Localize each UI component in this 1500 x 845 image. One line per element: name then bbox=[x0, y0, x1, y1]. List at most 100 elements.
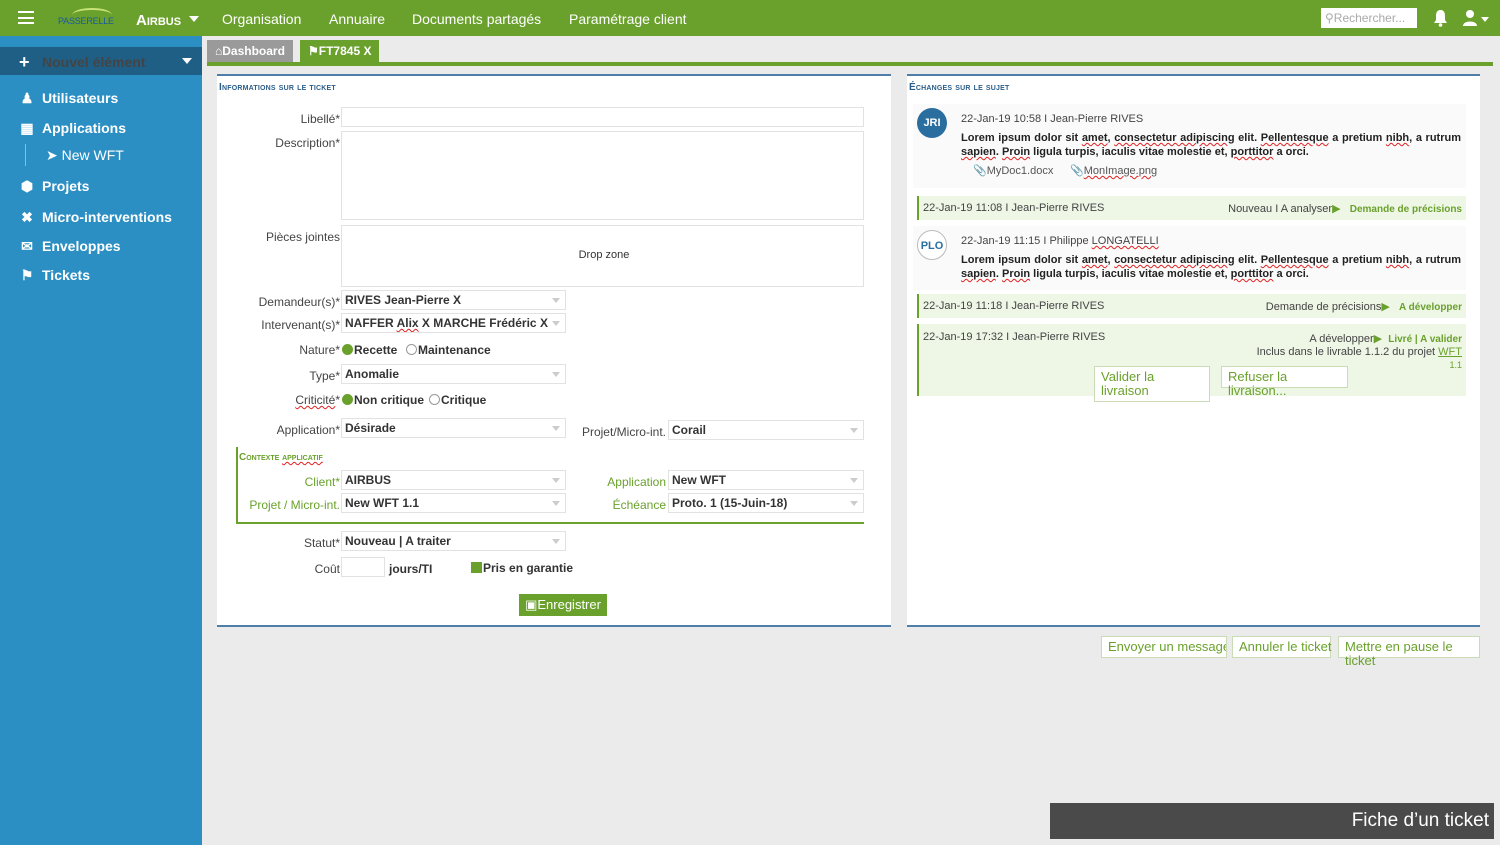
tools-icon: ✖ bbox=[21, 209, 33, 225]
client-label: Client* bbox=[304, 475, 340, 489]
checkbox-label: Pris en garantie bbox=[483, 561, 574, 575]
log-transition: Demande de précisions▶ A développer bbox=[1266, 300, 1462, 313]
sidebar-item-enveloppes[interactable]: ✉ Enveloppes bbox=[18, 238, 120, 258]
arrow-right-icon: ▶ bbox=[1332, 203, 1341, 215]
projet-value: Corail bbox=[672, 423, 707, 437]
criticite-radio-non-critique[interactable]: Non critique bbox=[342, 393, 424, 407]
nav-parametrage-client[interactable]: Paramétrage client bbox=[569, 11, 687, 27]
refuse-delivery-button[interactable]: Refuser la livraison... bbox=[1221, 366, 1348, 398]
nav-annuaire[interactable]: Annuaire bbox=[329, 11, 385, 27]
client-value: AIRBUS bbox=[345, 473, 392, 487]
message-body: Lorem ipsum dolor sit amet, consectetur … bbox=[961, 132, 1461, 158]
echeance-select[interactable]: Proto. 1 (15-Juin-18) bbox=[668, 493, 864, 513]
tag-icon: ⚑ bbox=[20, 267, 34, 283]
intervenant-label: Intervenant(s)* bbox=[261, 318, 340, 332]
demandeur-value: RIVES Jean-Pierre X bbox=[345, 293, 462, 307]
client-selector[interactable]: Airbus bbox=[136, 12, 181, 29]
message-meta: 22-Jan-19 10:58 I Jean-Pierre RIVES bbox=[961, 113, 1144, 125]
application-select[interactable]: Désirade bbox=[341, 418, 566, 438]
tab-dashboard[interactable]: ⌂Dashboard bbox=[207, 40, 293, 62]
sidebar-item-tickets[interactable]: ⚑ Tickets bbox=[18, 267, 90, 287]
intervenant-value: Alix bbox=[396, 316, 419, 330]
status-change-row: 22-Jan-19 11:18 I Jean-Pierre RIVES Dema… bbox=[917, 294, 1466, 318]
pieces-jointes-label: Pièces jointes bbox=[265, 230, 340, 244]
log-meta: 22-Jan-19 17:32 I Jean-Pierre RIVES bbox=[923, 331, 1106, 343]
criticite-radio-critique[interactable]: Critique bbox=[429, 393, 486, 407]
log-meta: 22-Jan-19 11:08 I Jean-Pierre RIVES bbox=[923, 202, 1105, 214]
chevron-down-icon[interactable] bbox=[189, 16, 199, 22]
nature-radio-recette[interactable]: Recette bbox=[342, 343, 397, 357]
intervenant-select[interactable]: NAFFER Alix X MARCHE Frédéric X bbox=[341, 313, 566, 333]
avatar: JRI bbox=[917, 108, 947, 138]
attachment-name: MonImage.png bbox=[1083, 165, 1158, 177]
type-select[interactable]: Anomalie bbox=[341, 364, 566, 384]
sidebar-item-label: Tickets bbox=[42, 267, 90, 283]
cout-input[interactable] bbox=[341, 557, 385, 577]
save-button[interactable]: ▣Enregistrer bbox=[519, 594, 607, 616]
exchanges-panel: Échanges sur le sujet JRI 22-Jan-19 10:5… bbox=[907, 74, 1480, 627]
tab-underline bbox=[207, 62, 1493, 66]
drop-zone[interactable]: Drop zone bbox=[341, 225, 864, 287]
user-menu-icon[interactable] bbox=[1462, 9, 1490, 27]
projet-micro-int-label: Projet/Micro-int. bbox=[581, 425, 666, 439]
cout-unit: jours/TI bbox=[389, 562, 433, 576]
log-transition: Nouveau I A analyser▶ Demande de précisi… bbox=[1228, 202, 1462, 215]
demandeur-select[interactable]: RIVES Jean-Pierre X bbox=[341, 290, 566, 310]
ctx-application-label: Application bbox=[607, 475, 666, 489]
garantie-checkbox[interactable]: Pris en garantie bbox=[471, 561, 573, 575]
pause-ticket-button[interactable]: Mettre en pause le ticket bbox=[1338, 636, 1480, 668]
nav-organisation[interactable]: Organisation bbox=[222, 11, 301, 27]
search-icon: ⚲ bbox=[1325, 11, 1334, 25]
tree-line bbox=[25, 144, 26, 166]
statut-select[interactable]: Nouveau | A traiter bbox=[341, 531, 566, 551]
bell-icon[interactable] bbox=[1433, 9, 1448, 27]
projet-micro-int-select[interactable]: Corail bbox=[668, 420, 864, 440]
send-message-button[interactable]: Envoyer un message bbox=[1101, 636, 1227, 658]
sidebar-subitem-label: New WFT bbox=[61, 147, 124, 163]
sidebar-item-label: Projets bbox=[42, 178, 90, 194]
user-icon: ♟ bbox=[20, 90, 34, 106]
ctx-projet-label: Projet / Micro-int. bbox=[249, 498, 340, 512]
sidebar-item-label: Applications bbox=[42, 120, 127, 136]
hamburger-menu-icon[interactable] bbox=[18, 11, 34, 24]
type-value: Anomalie bbox=[345, 367, 400, 381]
new-element-label: Nouvel élément bbox=[42, 54, 146, 70]
ctx-projet-select[interactable]: New WFT 1.1 bbox=[341, 493, 566, 513]
statut-value: Nouveau | A traiter bbox=[345, 534, 451, 548]
cancel-ticket-button[interactable]: Annuler le ticket bbox=[1232, 636, 1332, 658]
livrable-info: Inclus dans le livrable 1.1.2 du projet … bbox=[1256, 346, 1462, 370]
radio-label: Critique bbox=[441, 393, 487, 407]
validate-delivery-button[interactable]: Valider la livraison bbox=[1094, 366, 1210, 402]
nav-documents-partages[interactable]: Documents partagés bbox=[412, 11, 541, 27]
sidebar-item-micro-interventions[interactable]: ✖ Micro-interventions bbox=[18, 209, 172, 229]
tab-ticket[interactable]: ⚑FT7845 X bbox=[300, 40, 379, 62]
attachment-link[interactable]: 📎MyDoc1.docx bbox=[973, 164, 1053, 177]
sidebar-item-utilisateurs[interactable]: ♟ Utilisateurs bbox=[18, 90, 119, 110]
radio-label: Maintenance bbox=[418, 343, 491, 357]
search-placeholder: Rechercher... bbox=[1333, 11, 1406, 25]
log-from-status: A développer bbox=[1309, 333, 1374, 345]
sidebar-item-projets[interactable]: ⬢ Projets bbox=[18, 178, 90, 198]
project-link[interactable]: WFT bbox=[1438, 346, 1462, 358]
attachment-link[interactable]: 📎MonImage.png bbox=[1070, 164, 1157, 177]
description-textarea[interactable] bbox=[341, 131, 864, 220]
message-meta: 22-Jan-19 11:15 I Philippe LONGATELLI bbox=[961, 235, 1159, 247]
ctx-application-select[interactable]: New WFT bbox=[668, 470, 864, 490]
logo: PASSERELLE bbox=[58, 8, 118, 28]
sidebar-item-applications[interactable]: ▦ Applications bbox=[18, 120, 126, 140]
search-input[interactable]: ⚲Rechercher... bbox=[1321, 8, 1417, 28]
demandeur-label: Demandeur(s)* bbox=[258, 295, 340, 309]
sidebar-subitem-new-wft[interactable]: ➤ New WFT bbox=[46, 147, 124, 164]
sidebar-item-label: Utilisateurs bbox=[42, 90, 119, 106]
contexte-title-text: applicatif bbox=[282, 452, 323, 463]
contexte-title-text: Contexte bbox=[239, 452, 283, 463]
nature-radio-maintenance[interactable]: Maintenance bbox=[406, 343, 491, 357]
client-select[interactable]: AIRBUS bbox=[341, 470, 566, 490]
radio-label: Recette bbox=[354, 343, 398, 357]
libelle-input[interactable] bbox=[341, 107, 864, 127]
contexte-applicatif-title: Contexte applicatif bbox=[239, 452, 323, 463]
sidebar-item-label: Micro-interventions bbox=[42, 209, 172, 225]
echeance-value: Proto. 1 (15-Juin-18) bbox=[672, 496, 788, 510]
new-element-button[interactable]: + Nouvel élément bbox=[0, 47, 202, 75]
grid-icon: ▦ bbox=[20, 120, 34, 136]
